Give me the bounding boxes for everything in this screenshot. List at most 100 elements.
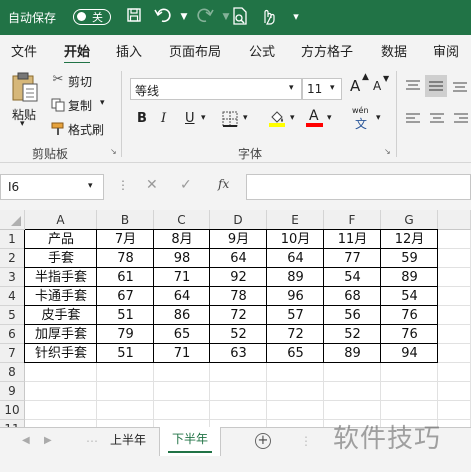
save-icon[interactable] [124, 7, 144, 27]
insert-function-icon[interactable]: fx [218, 177, 229, 191]
value-cell[interactable]: 89 [381, 268, 438, 287]
value-cell[interactable]: 63 [210, 344, 267, 363]
font-size-select[interactable]: 11 ▾ [302, 78, 342, 100]
autosave-toggle[interactable]: 关 [73, 9, 111, 25]
phonetic-dropdown-icon[interactable]: ▾ [376, 113, 381, 123]
underline-button[interactable]: U [185, 111, 195, 126]
cut-button[interactable]: ✂ 剪切 [50, 72, 110, 90]
grow-font-icon[interactable]: A [350, 77, 360, 95]
fill-color-icon[interactable] [268, 109, 286, 127]
shrink-font-icon[interactable]: A [373, 79, 381, 93]
value-cell[interactable]: 71 [154, 268, 210, 287]
formula-input[interactable] [246, 174, 471, 200]
enter-icon[interactable]: ✓ [180, 177, 192, 193]
value-cell[interactable]: 64 [154, 287, 210, 306]
header-cell[interactable]: 12月 [381, 230, 438, 249]
tab-file[interactable]: 文件 [11, 41, 37, 60]
cancel-icon[interactable]: ✕ [146, 177, 158, 193]
scroll-sheets-right-icon[interactable]: ▶ [44, 435, 52, 446]
value-cell[interactable]: 78 [97, 249, 154, 268]
value-cell[interactable]: 54 [324, 268, 381, 287]
copy-dropdown-icon[interactable]: ▾ [100, 98, 105, 108]
add-sheet-icon[interactable]: + [255, 433, 271, 449]
font-color-dropdown-icon[interactable]: ▾ [327, 113, 332, 123]
sheet-tab-first-half[interactable]: 上半年 [97, 428, 159, 455]
format-painter-button[interactable]: 格式刷 [50, 120, 116, 138]
value-cell[interactable]: 52 [210, 325, 267, 344]
paste-dropdown-icon[interactable]: ▾ [20, 119, 25, 129]
align-top-icon[interactable] [405, 79, 421, 93]
align-middle-button[interactable] [425, 75, 447, 97]
align-right-icon[interactable] [453, 112, 469, 126]
scroll-sheets-left-icon[interactable]: ◀ [22, 435, 30, 446]
value-cell[interactable]: 65 [154, 325, 210, 344]
tab-formulas[interactable]: 公式 [249, 41, 275, 60]
fill-color-dropdown-icon[interactable]: ▾ [290, 113, 295, 123]
value-cell[interactable]: 61 [97, 268, 154, 287]
tab-insert[interactable]: 插入 [116, 41, 142, 60]
value-cell[interactable]: 79 [97, 325, 154, 344]
value-cell[interactable]: 94 [381, 344, 438, 363]
header-cell[interactable]: 9月 [210, 230, 267, 249]
borders-icon[interactable] [222, 111, 238, 127]
value-cell[interactable]: 54 [381, 287, 438, 306]
value-cell[interactable]: 51 [97, 306, 154, 325]
product-cell[interactable]: 加厚手套 [25, 325, 97, 344]
value-cell[interactable]: 78 [210, 287, 267, 306]
font-color-button[interactable]: A [306, 108, 324, 128]
sheet-tab-second-half[interactable]: 下半年 [159, 427, 221, 456]
value-cell[interactable]: 57 [267, 306, 324, 325]
value-cell[interactable]: 86 [154, 306, 210, 325]
value-cell[interactable]: 51 [97, 344, 154, 363]
header-cell[interactable]: 产品 [25, 230, 97, 249]
align-bottom-icon[interactable] [452, 79, 468, 93]
sheet-options-right-icon[interactable]: ⋮ [300, 434, 312, 448]
value-cell[interactable]: 92 [210, 268, 267, 287]
undo-icon[interactable] [153, 7, 173, 27]
value-cell[interactable]: 76 [381, 306, 438, 325]
product-cell[interactable]: 皮手套 [25, 306, 97, 325]
header-cell[interactable]: 11月 [324, 230, 381, 249]
underline-dropdown-icon[interactable]: ▾ [201, 113, 206, 123]
align-left-icon[interactable] [405, 112, 421, 126]
value-cell[interactable]: 65 [267, 344, 324, 363]
clipboard-launcher-icon[interactable]: ↘ [110, 147, 117, 156]
redo-icon[interactable] [195, 7, 215, 27]
touch-mode-icon[interactable] [258, 7, 278, 27]
value-cell[interactable]: 64 [267, 249, 324, 268]
value-cell[interactable]: 98 [154, 249, 210, 268]
phonetic-button[interactable]: wén 文 [350, 106, 374, 131]
tab-home[interactable]: 开始 [64, 41, 91, 65]
value-cell[interactable]: 89 [324, 344, 381, 363]
value-cell[interactable]: 71 [154, 344, 210, 363]
tab-page-layout[interactable]: 页面布局 [169, 41, 221, 60]
undo-dropdown-icon[interactable]: ▼ [174, 7, 194, 27]
borders-dropdown-icon[interactable]: ▾ [243, 113, 248, 123]
value-cell[interactable]: 67 [97, 287, 154, 306]
value-cell[interactable]: 68 [324, 287, 381, 306]
tab-fangfang[interactable]: 方方格子 [301, 41, 353, 60]
value-cell[interactable]: 72 [267, 325, 324, 344]
value-cell[interactable]: 77 [324, 249, 381, 268]
value-cell[interactable]: 56 [324, 306, 381, 325]
value-cell[interactable]: 72 [210, 306, 267, 325]
bold-button[interactable]: B [137, 111, 147, 126]
product-cell[interactable]: 卡通手套 [25, 287, 97, 306]
spreadsheet-grid[interactable]: ABCDEFG1234567891011产品7月8月9月10月11月12月手套7… [0, 210, 471, 427]
paste-button[interactable]: 粘贴 [8, 69, 42, 125]
header-cell[interactable]: 10月 [267, 230, 324, 249]
print-preview-icon[interactable] [230, 7, 250, 27]
product-cell[interactable]: 半指手套 [25, 268, 97, 287]
name-box[interactable]: I6 ▾ [0, 174, 104, 200]
font-name-select[interactable]: 等线 ▾ [130, 78, 302, 100]
header-cell[interactable]: 7月 [97, 230, 154, 249]
italic-button[interactable]: I [161, 111, 166, 126]
align-center-icon[interactable] [429, 112, 445, 126]
product-cell[interactable]: 针织手套 [25, 344, 97, 363]
value-cell[interactable]: 64 [210, 249, 267, 268]
copy-button[interactable]: 复制 ▾ [50, 96, 116, 114]
tab-data[interactable]: 数据 [381, 41, 407, 60]
value-cell[interactable]: 96 [267, 287, 324, 306]
value-cell[interactable]: 52 [324, 325, 381, 344]
customize-toolbar-icon[interactable]: ▾ [286, 7, 306, 27]
